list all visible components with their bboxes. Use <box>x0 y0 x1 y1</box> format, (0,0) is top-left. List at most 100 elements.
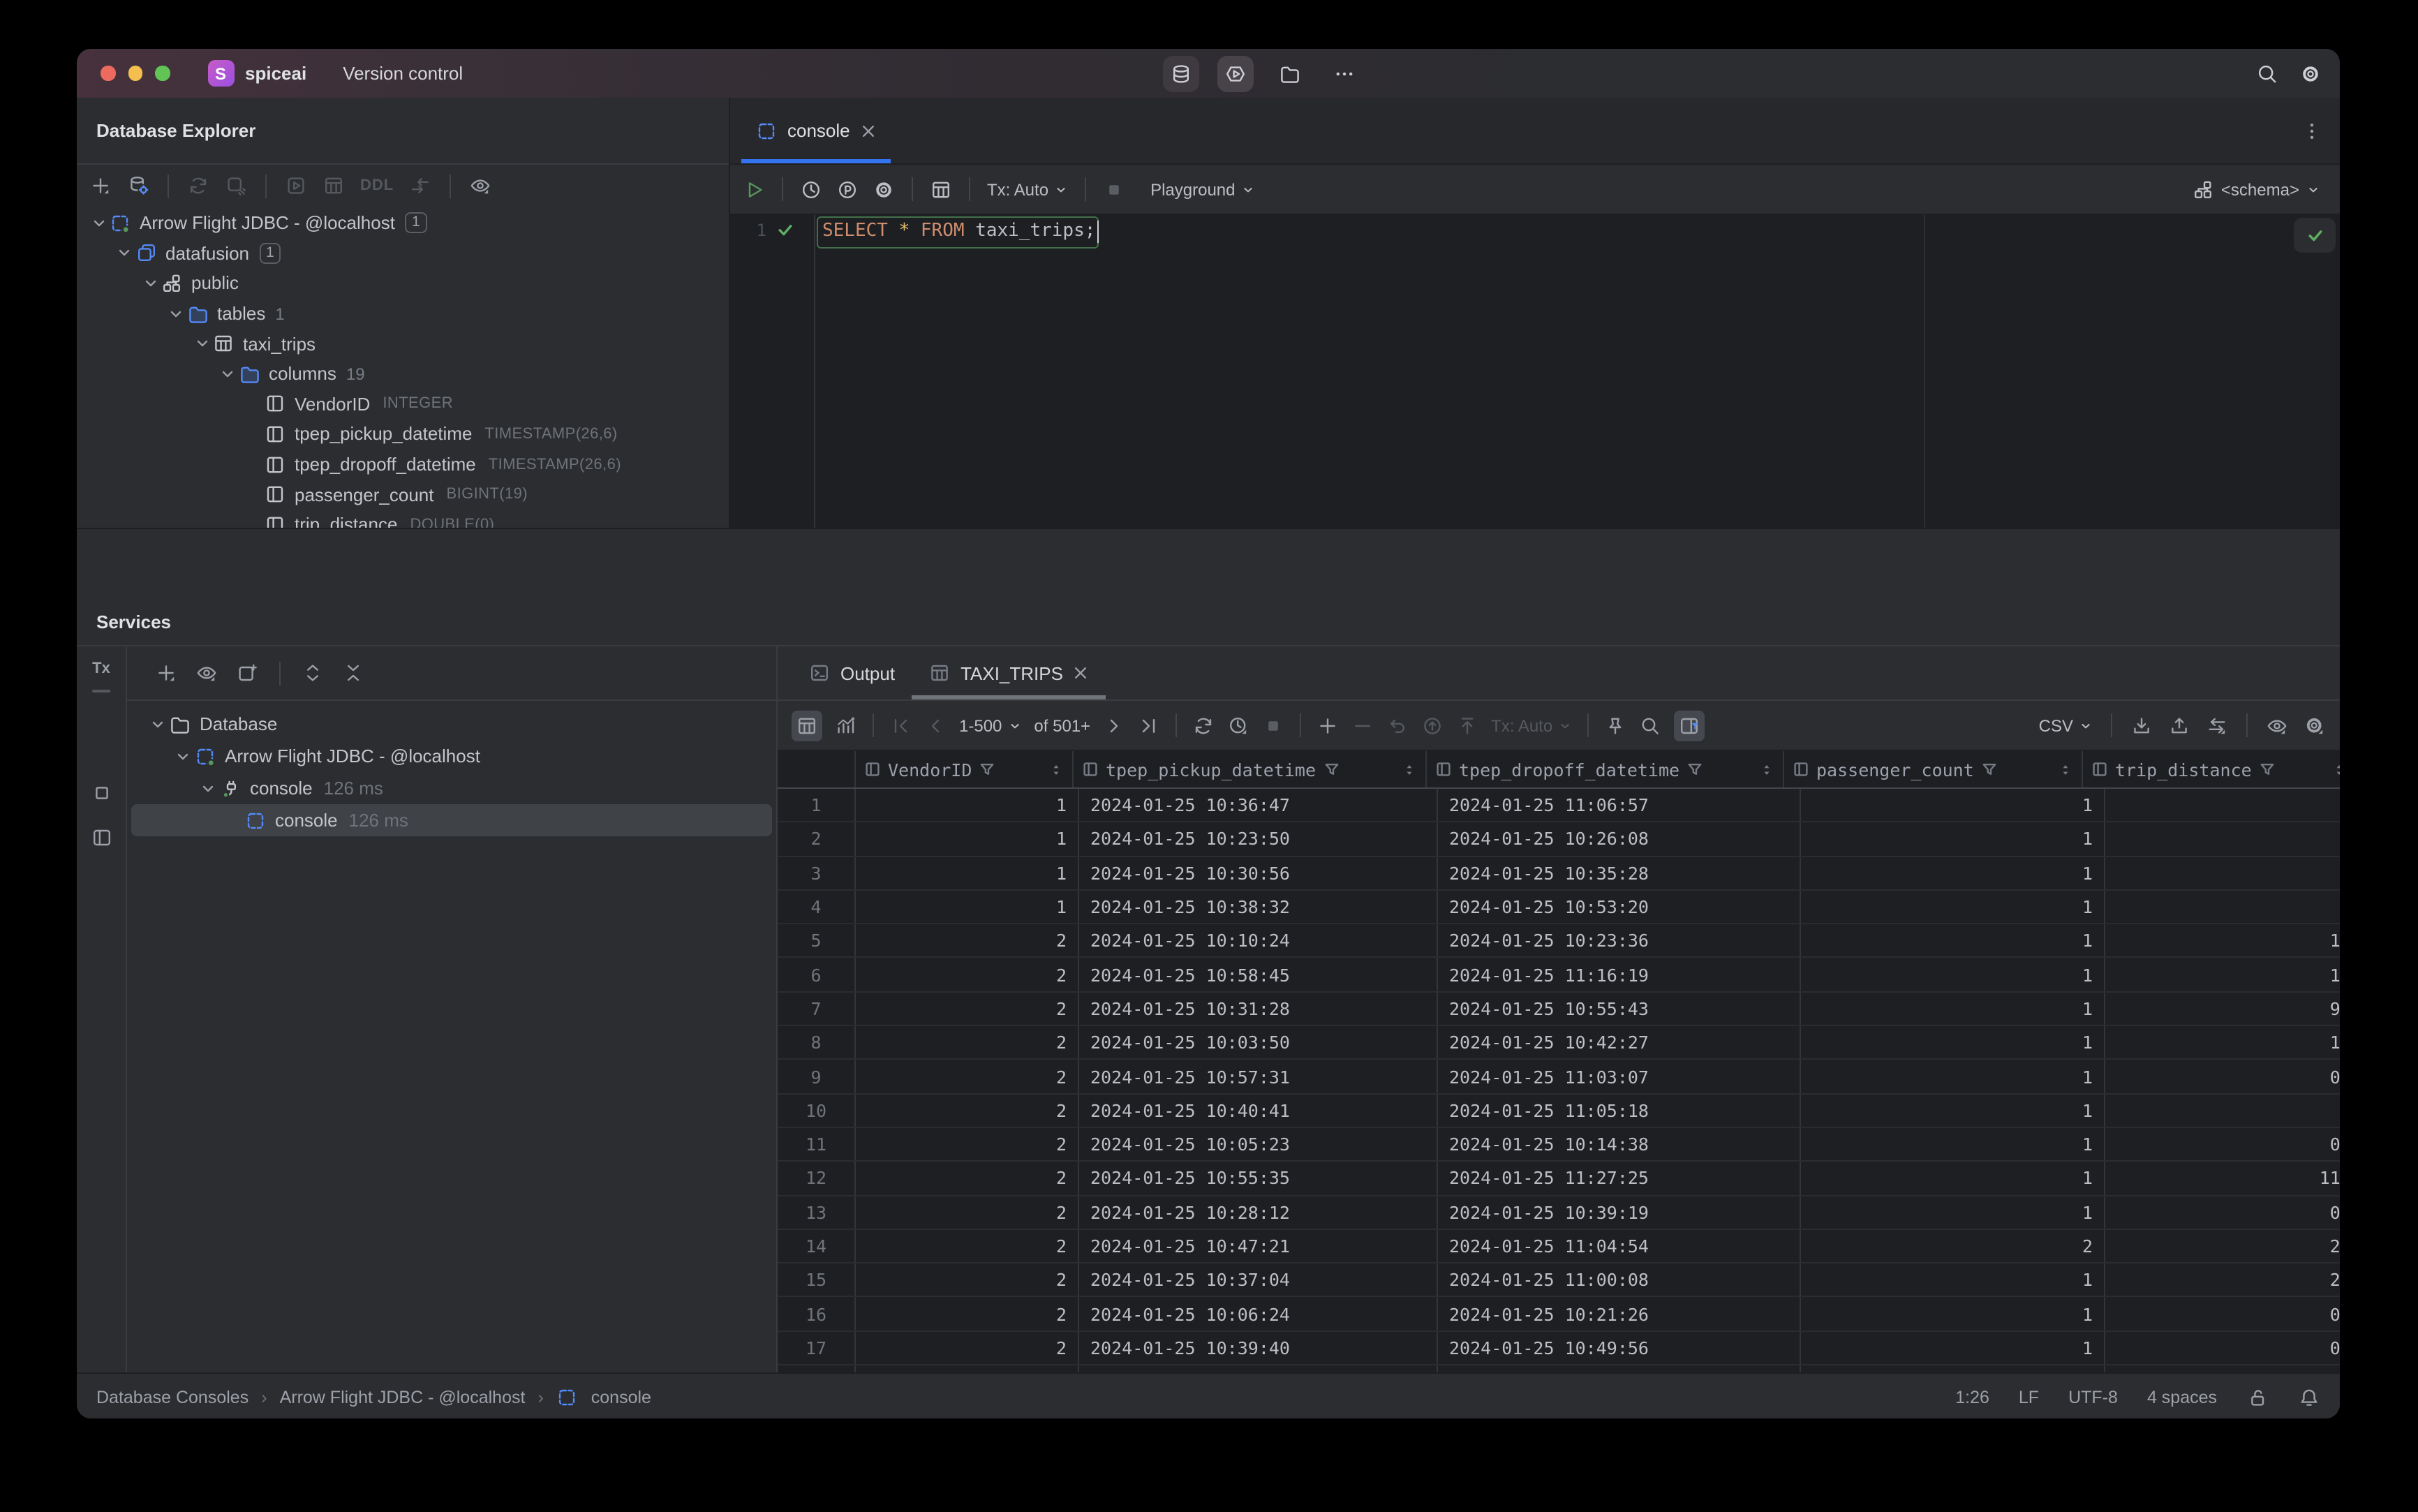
pin-tab-icon[interactable] <box>1604 714 1626 736</box>
tree-item-tables[interactable]: tables 1 <box>77 299 729 329</box>
grid-cell[interactable]: 1 <box>1801 1094 2105 1127</box>
close-icon[interactable] <box>1073 665 1090 681</box>
playground-dropdown[interactable]: Playground <box>1150 179 1254 199</box>
grid-cell[interactable]: 2024-01-25 10:06:24 <box>1079 1297 1438 1331</box>
grid-cell[interactable]: 1 <box>1801 822 2105 856</box>
grid-cell[interactable]: 1 <box>1801 1297 2105 1331</box>
grid-cell[interactable]: 1 <box>856 857 1079 889</box>
grid-cell[interactable]: 2 <box>856 1263 1079 1296</box>
view-options-icon[interactable] <box>2266 714 2288 736</box>
grid-cell[interactable]: 2024-01-25 10:55:43 <box>1438 992 1801 1025</box>
grid-cell[interactable]: 1 <box>1801 1196 2105 1229</box>
ddl-button[interactable]: DDL <box>360 177 394 194</box>
run-console-icon[interactable] <box>285 175 307 197</box>
row-number[interactable]: 18 <box>778 1365 856 1372</box>
tab-output[interactable]: Output <box>792 646 912 699</box>
grid-cell[interactable]: 2024-01-25 10:49:56 <box>1438 1331 1801 1365</box>
grid-cell[interactable]: 0.8 <box>2105 857 2340 889</box>
grid-cell[interactable]: 1 <box>1801 1060 2105 1093</box>
grid-cell[interactable]: 2.06 <box>2105 1230 2340 1263</box>
grid-cell[interactable]: 1 <box>856 890 1079 924</box>
grid-cell[interactable]: 2024-01-25 10:53:20 <box>1438 890 1801 924</box>
grid-cell[interactable]: 0.68 <box>2105 1128 2340 1161</box>
chevron-down-icon[interactable] <box>114 245 135 262</box>
sort-icon[interactable] <box>1048 762 1064 777</box>
tree-item-vendorid[interactable]: VendorID INTEGER <box>77 389 729 419</box>
grid-cell[interactable]: 2024-01-25 10:30:56 <box>1079 857 1438 889</box>
grid-cell[interactable]: 2024-01-25 11:03:07 <box>1438 1060 1801 1093</box>
grid-cell[interactable]: 2.46 <box>2105 1263 2340 1296</box>
grid-cell[interactable]: 2024-01-25 10:57:31 <box>1079 1060 1438 1093</box>
service-item-arrow-flight-jdbc-localhost[interactable]: Arrow Flight JDBC - @localhost <box>131 740 772 772</box>
row-number[interactable]: 1 <box>778 789 856 822</box>
import-icon[interactable] <box>2130 714 2153 736</box>
grid-cell[interactable]: 2024-01-25 10:38:32 <box>1079 890 1438 924</box>
data-extractor-icon[interactable] <box>2206 714 2228 736</box>
project-folder-button[interactable] <box>1272 55 1308 91</box>
grid-cell[interactable]: 2024-01-25 10:28:12 <box>1079 1196 1438 1229</box>
grid-cell[interactable]: 2024-01-25 10:55:35 <box>1079 1162 1438 1195</box>
grid-cell[interactable]: 2024-01-25 11:16:19 <box>1438 958 1801 991</box>
last-page-icon[interactable] <box>1138 714 1160 736</box>
grid-cell[interactable]: 2024-01-25 10:26:08 <box>1438 822 1801 856</box>
breadcrumb-item[interactable]: console <box>591 1388 651 1407</box>
service-item-console[interactable]: console 126 ms <box>131 804 772 836</box>
grid-cell[interactable]: 2024-01-25 11:04:54 <box>1438 1229 1801 1263</box>
grid-cell[interactable]: 0.4 <box>2105 823 2340 856</box>
more-button[interactable] <box>1326 55 1363 91</box>
grid-cell[interactable]: 1 <box>1801 789 2105 822</box>
table-view-button[interactable] <box>792 710 822 741</box>
grid-cell[interactable]: 1 <box>1801 1026 2105 1059</box>
tree-item-columns[interactable]: columns 19 <box>77 359 729 389</box>
grid-cell[interactable]: 2 <box>856 1127 1079 1161</box>
grid-cell[interactable]: 1 <box>1801 992 2105 1025</box>
grid-cell[interactable]: 1.47 <box>2105 1365 2340 1372</box>
grid-cell[interactable]: 2024-01-25 10:05:23 <box>1079 1127 1438 1161</box>
service-item-console[interactable]: console 126 ms <box>131 772 772 804</box>
grid-cell[interactable]: 0.76 <box>2105 1060 2340 1093</box>
tx-stripe-button[interactable]: Tx <box>92 660 110 677</box>
run-configurations-button[interactable] <box>1217 55 1254 91</box>
grid-cell[interactable]: 2 <box>856 1229 1079 1263</box>
grid-cell[interactable]: 1 <box>1801 924 2105 957</box>
breadcrumb-item[interactable]: Arrow Flight JDBC - @localhost <box>280 1388 526 1407</box>
settings-icon[interactable] <box>2299 62 2322 84</box>
row-number[interactable]: 3 <box>778 857 856 889</box>
grid-cell[interactable]: 1 <box>1801 890 2105 924</box>
grid-cell[interactable]: 2024-01-25 10:10:24 <box>1079 924 1438 957</box>
close-window-button[interactable] <box>101 66 115 81</box>
row-number[interactable]: 9 <box>778 1060 856 1093</box>
grid-cell[interactable]: 1.07 <box>2105 924 2340 957</box>
notifications-icon[interactable] <box>2298 1386 2320 1409</box>
grid-cell[interactable]: 2 <box>856 1365 1079 1372</box>
grid-settings-icon[interactable] <box>2304 714 2326 736</box>
sort-icon[interactable] <box>2058 762 2073 777</box>
reload-data-icon[interactable] <box>1192 714 1215 736</box>
grid-cell[interactable]: 0.75 <box>2105 1196 2340 1229</box>
row-number[interactable]: 8 <box>778 1026 856 1059</box>
grid-cell[interactable]: 1 <box>1801 857 2105 889</box>
grid-cell[interactable]: 2024-01-25 11:00:08 <box>1438 1263 1801 1296</box>
tree-item-public[interactable]: public <box>77 268 729 298</box>
grid-cell[interactable]: 2024-01-25 10:21:26 <box>1438 1297 1801 1331</box>
collapse-all-icon[interactable] <box>342 662 364 684</box>
stop-icon[interactable] <box>1103 178 1125 200</box>
grid-cell[interactable]: 2024-01-25 10:42:27 <box>1438 1026 1801 1059</box>
grid-cell[interactable]: 0.43 <box>2105 1332 2340 1365</box>
grid-cell[interactable]: 2024-01-25 10:35:28 <box>1438 857 1801 889</box>
grid-cell[interactable]: 2 <box>1801 1229 2105 1263</box>
refresh-icon[interactable] <box>187 175 209 197</box>
row-number[interactable]: 17 <box>778 1331 856 1365</box>
tree-item-taxi-trips[interactable]: taxi_trips <box>77 329 729 359</box>
row-number[interactable]: 14 <box>778 1229 856 1263</box>
sql-statement[interactable]: SELECT * FROM taxi_trips; <box>822 215 1099 247</box>
grid-cell[interactable]: 2 <box>856 958 1079 991</box>
add-service-icon[interactable] <box>155 662 177 684</box>
datasource-properties-icon[interactable] <box>127 175 149 197</box>
search-icon[interactable] <box>2256 62 2278 84</box>
grid-cell[interactable]: 2024-01-25 10:23:36 <box>1438 924 1801 957</box>
expand-all-icon[interactable] <box>302 662 324 684</box>
chevron-down-icon[interactable] <box>172 748 193 764</box>
row-number[interactable]: 4 <box>778 890 856 924</box>
tx-mode-dropdown[interactable]: Tx: Auto <box>987 179 1068 199</box>
